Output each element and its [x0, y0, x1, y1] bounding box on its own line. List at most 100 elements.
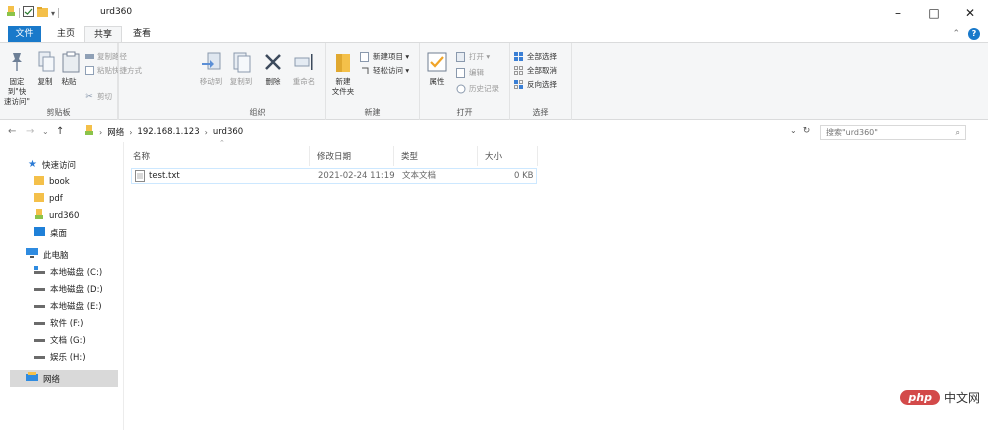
clipboard-group-label: 剪贴板	[46, 108, 71, 117]
tab-view[interactable]: 查看	[124, 26, 160, 43]
nav-network[interactable]: 网络	[10, 370, 118, 387]
close-button[interactable]: ✕	[952, 0, 988, 26]
edit-icon	[456, 67, 466, 78]
nav-drive-label: 软件 (F:)	[50, 318, 84, 329]
invert-selection-button[interactable]: 反向选择	[514, 79, 557, 90]
copy-path-icon	[84, 52, 94, 62]
paste-button[interactable]: 粘贴	[58, 49, 80, 87]
copy-path-button[interactable]: 复制路径	[84, 51, 127, 62]
nav-quick-access[interactable]: ★ 快速访问	[28, 156, 76, 173]
chevron-right-icon: ›	[204, 127, 208, 137]
new-folder-icon[interactable]	[37, 6, 48, 20]
copy-to-icon	[228, 49, 254, 75]
column-header-name[interactable]: 名称	[126, 146, 310, 166]
move-to-icon	[198, 49, 224, 75]
nav-this-pc[interactable]: 此电脑	[26, 246, 69, 263]
nav-item-book[interactable]: book	[34, 173, 70, 190]
table-row[interactable]: test.txt 2021-02-24 11:19 文本文档 0 KB	[131, 168, 537, 184]
select-group-label: 选择	[532, 108, 549, 117]
new-item-button[interactable]: 新建项目 ▾	[360, 51, 409, 62]
open-group-label: 打开	[456, 108, 473, 117]
recent-dropdown-icon[interactable]: ⌄	[42, 127, 49, 136]
properties-button[interactable]: 属性	[424, 49, 450, 87]
select-all-icon	[514, 51, 524, 62]
nav-drive-g[interactable]: 文档 (G:)	[34, 331, 86, 348]
history-button[interactable]: 历史记录	[456, 83, 499, 94]
new-folder-button[interactable]: 新建 文件夹	[328, 49, 358, 97]
easy-access-icon	[360, 66, 370, 76]
select-group: 全部选择 全部取消 反向选择 选择	[510, 43, 572, 120]
tab-share[interactable]: 共享	[84, 26, 123, 43]
pin-quick-access-button[interactable]: 固定到"快 速访问"	[2, 49, 32, 107]
breadcrumb-host[interactable]: 192.168.1.123	[137, 127, 199, 137]
nav-drive-e[interactable]: 本地磁盘 (E:)	[34, 297, 102, 314]
properties-icon	[424, 49, 450, 75]
group-divider	[118, 43, 119, 120]
move-to-button[interactable]: 移动到	[196, 49, 226, 87]
copy-label: 复制	[37, 77, 53, 86]
minimize-button[interactable]: –	[880, 0, 916, 26]
forward-arrow-icon[interactable]: →	[26, 126, 34, 137]
nav-drive-f[interactable]: 软件 (F:)	[34, 314, 83, 331]
drive-icon	[34, 351, 45, 363]
refresh-icon[interactable]: ↻	[803, 126, 811, 136]
title-bar: ▾ urd360 – □ ✕	[0, 0, 988, 26]
nav-item-label: urd360	[49, 210, 80, 221]
address-controls: ⌄ ↻	[790, 126, 810, 136]
maximize-button[interactable]: □	[916, 0, 952, 26]
back-arrow-icon[interactable]: ←	[8, 126, 16, 137]
nav-item-pdf[interactable]: pdf	[34, 190, 63, 207]
cut-button[interactable]: ✂ 剪切	[84, 91, 112, 102]
copy-button[interactable]: 复制	[34, 49, 56, 87]
search-input[interactable]	[826, 128, 946, 137]
select-none-button[interactable]: 全部取消	[514, 65, 557, 76]
copy-to-button[interactable]: 复制到	[226, 49, 256, 87]
address-row: ← → ⌄ ↑ › 网络 › 192.168.1.123 › urd360 ⌄ …	[0, 122, 988, 142]
watermark-text: 中文网	[943, 391, 980, 405]
nav-drive-h[interactable]: 娱乐 (H:)	[34, 348, 86, 365]
rename-button[interactable]: 重命名	[288, 49, 320, 87]
watermark: php 中文网	[900, 389, 980, 406]
tab-home[interactable]: 主页	[48, 26, 84, 43]
search-box[interactable]: ⌕	[820, 125, 966, 140]
paste-shortcut-button[interactable]: 粘贴快捷方式	[84, 65, 142, 76]
nav-drive-d[interactable]: 本地磁盘 (D:)	[34, 280, 103, 297]
column-header-type[interactable]: 类型	[394, 146, 478, 166]
easy-access-button[interactable]: 轻松访问 ▾	[360, 65, 409, 76]
open-button[interactable]: 打开 ▾	[456, 51, 490, 62]
search-icon[interactable]: ⌕	[956, 128, 960, 138]
file-list: ⌃ 名称 修改日期 类型 大小 test.txt 2021-02-24 11:1…	[126, 139, 988, 430]
select-all-button[interactable]: 全部选择	[514, 51, 557, 62]
easy-access-label: 轻松访问 ▾	[373, 66, 410, 75]
properties-icon[interactable]	[23, 6, 34, 20]
invert-selection-label: 反向选择	[527, 80, 557, 89]
file-date: 2021-02-24 11:19	[318, 171, 395, 181]
pin-label: 固定到"快 速访问"	[4, 77, 30, 106]
address-bar[interactable]: › 网络 › 192.168.1.123 › urd360	[84, 124, 816, 140]
tab-file[interactable]: 文件	[8, 26, 41, 43]
column-header-size[interactable]: 大小	[478, 146, 538, 166]
clipboard-group: 固定到"快 速访问" 复制 粘贴 复制路径 粘贴快捷方式 ✂ 剪切 剪贴板	[0, 43, 142, 120]
breadcrumb-network[interactable]: 网络	[107, 126, 124, 138]
nav-network-label: 网络	[43, 374, 61, 385]
new-item-icon	[360, 51, 370, 62]
edit-button[interactable]: 编辑	[456, 67, 484, 78]
computer-icon	[26, 248, 38, 261]
nav-item-desktop[interactable]: 桌面	[34, 224, 67, 241]
open-group: 属性 打开 ▾ 编辑 历史记录 打开	[420, 43, 510, 120]
breadcrumb-folder[interactable]: urd360	[213, 127, 243, 137]
nav-item-urd360[interactable]: urd360	[34, 207, 79, 224]
help-area: ⌃ ?	[952, 28, 980, 40]
delete-button[interactable]: 删除	[260, 49, 286, 87]
customize-toolbar-icon[interactable]: ▾	[51, 9, 55, 18]
chevron-up-icon[interactable]: ⌃	[952, 29, 960, 39]
history-label: 历史记录	[469, 84, 499, 93]
edit-label: 编辑	[469, 68, 484, 77]
chevron-down-icon[interactable]: ⌄	[790, 126, 797, 136]
column-header-date[interactable]: 修改日期	[310, 146, 394, 166]
help-icon[interactable]: ?	[968, 28, 980, 40]
nav-drive-c[interactable]: 本地磁盘 (C:)	[34, 263, 102, 280]
folder-icon	[34, 192, 44, 205]
up-arrow-icon[interactable]: ↑	[56, 126, 64, 137]
network-location-icon	[84, 125, 94, 139]
